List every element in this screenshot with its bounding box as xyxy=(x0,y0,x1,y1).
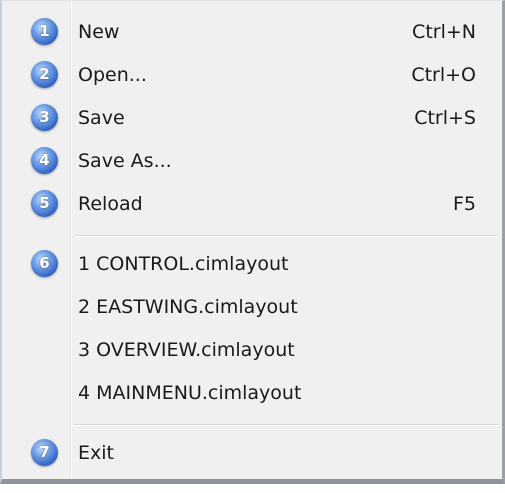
recent-file-control[interactable]: 6 1 CONTROL.cimlayout xyxy=(2,244,502,284)
recent-file-mainmenu[interactable]: 4 MAINMENU.cimlayout xyxy=(2,373,502,413)
recent-file-label: 1 CONTROL.cimlayout xyxy=(78,253,289,275)
menu-item-save-as[interactable]: 4 Save As... xyxy=(2,141,502,181)
menu-item-exit[interactable]: 7 Exit xyxy=(2,433,502,473)
menu-separator-highlight xyxy=(74,236,498,237)
number-6-icon: 6 xyxy=(31,250,58,277)
menu-item-save[interactable]: 3 Save Ctrl+S xyxy=(2,98,502,138)
menu-item-label: Open... xyxy=(78,64,147,86)
recent-file-label: 2 EASTWING.cimlayout xyxy=(78,296,298,318)
file-menu: 1 New Ctrl+N 2 Open... Ctrl+O 3 Save Ctr… xyxy=(0,0,505,484)
recent-file-label: 3 OVERVIEW.cimlayout xyxy=(78,339,295,361)
menu-item-label: Save As... xyxy=(78,150,172,172)
menu-item-shortcut: Ctrl+N xyxy=(412,21,476,43)
menu-item-shortcut: F5 xyxy=(452,193,476,215)
menu-item-label: New xyxy=(78,21,120,43)
menu-item-label: Reload xyxy=(78,193,143,215)
recent-file-overview[interactable]: 3 OVERVIEW.cimlayout xyxy=(2,330,502,370)
menu-item-label: Save xyxy=(78,107,125,129)
number-1-icon: 1 xyxy=(31,18,58,45)
number-5-icon: 5 xyxy=(31,190,58,217)
menu-item-reload[interactable]: 5 Reload F5 xyxy=(2,184,502,224)
menu-item-shortcut: Ctrl+S xyxy=(414,107,476,129)
number-3-icon: 3 xyxy=(31,104,58,131)
menu-separator-highlight xyxy=(74,425,498,426)
number-4-icon: 4 xyxy=(31,147,58,174)
menu-item-label: Exit xyxy=(78,442,114,464)
recent-file-eastwing[interactable]: 2 EASTWING.cimlayout xyxy=(2,287,502,327)
number-2-icon: 2 xyxy=(31,61,58,88)
recent-file-label: 4 MAINMENU.cimlayout xyxy=(78,382,302,404)
menu-item-open[interactable]: 2 Open... Ctrl+O xyxy=(2,55,502,95)
menu-item-shortcut: Ctrl+O xyxy=(411,64,476,86)
number-7-icon: 7 xyxy=(31,439,58,466)
menu-item-new[interactable]: 1 New Ctrl+N xyxy=(2,12,502,52)
